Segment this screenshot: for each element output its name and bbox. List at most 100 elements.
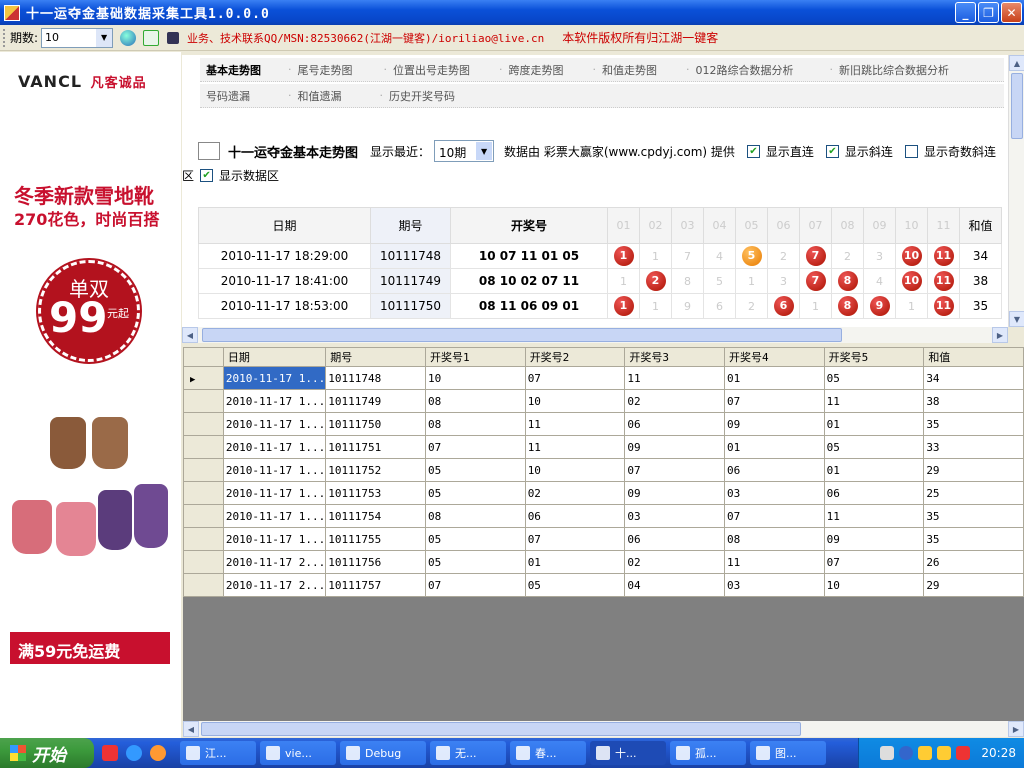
grid-cell[interactable]: 10 [425, 366, 526, 390]
grid-row[interactable]: 2010-11-17 1... 10111753 05 02 09 03 06 25 [183, 481, 1024, 505]
grid-cell[interactable]: 07 [425, 435, 526, 459]
grid-cell[interactable]: 10111753 [325, 481, 427, 505]
col-ball[interactable]: 10 [895, 207, 928, 244]
scrollbar-thumb[interactable] [1011, 73, 1023, 139]
grid-cell[interactable]: 10111757 [325, 573, 427, 597]
nav-tab[interactable]: 跨度走势图 [503, 62, 593, 78]
grid-cell[interactable]: 29 [923, 458, 1024, 482]
trend-row[interactable]: 2010-11-17 18:41:00 10111749 08 10 02 07 1… [198, 268, 1002, 294]
row-header[interactable] [183, 527, 224, 551]
grid-cell[interactable]: 07 [823, 550, 925, 574]
grid-cell[interactable]: 02 [524, 481, 626, 505]
scroll-right-icon[interactable]: ▶ [992, 327, 1008, 343]
grid-cell[interactable]: 25 [923, 481, 1024, 505]
scroll-down-icon[interactable]: ▼ [1009, 311, 1024, 327]
grid-cell[interactable]: 01 [823, 412, 925, 436]
grid-cell[interactable]: 10111755 [325, 527, 427, 551]
nav-tab[interactable]: 号码遗漏 [200, 88, 288, 104]
grid-row[interactable]: 2010-11-17 1...10111748100711010534 [183, 366, 1024, 390]
grid-cell[interactable]: 29 [923, 573, 1024, 597]
grid-cell[interactable]: 10111756 [325, 550, 427, 574]
grid-cell[interactable]: 11 [823, 504, 925, 528]
grid-cell[interactable]: 2010-11-17 2... [222, 573, 327, 597]
grid-row[interactable]: 2010-11-17 1... 10111755 05 07 06 08 09 35 [183, 527, 1024, 551]
col-ball[interactable]: 07 [799, 207, 832, 244]
scroll-left-icon[interactable]: ◀ [182, 327, 198, 343]
close-button[interactable]: ✕ [1001, 2, 1022, 23]
nav-tab[interactable]: 和值走势图 [596, 62, 686, 78]
chrome-icon[interactable] [150, 745, 166, 761]
row-header[interactable] [183, 458, 224, 482]
grid-cell[interactable]: 05 [425, 458, 526, 482]
grid-col-header[interactable]: 日期 [222, 347, 327, 367]
grid-cell[interactable]: 06 [724, 458, 825, 482]
grid-cell[interactable]: 09 [724, 412, 825, 436]
grid-cell[interactable]: 03 [624, 504, 725, 528]
grid-cell[interactable]: 10 [524, 389, 626, 413]
show-data-area-checkbox[interactable]: ✔ [200, 168, 214, 182]
grid-cell[interactable]: 35 [923, 504, 1024, 528]
quicklaunch-icon[interactable] [102, 745, 118, 761]
taskbar-button[interactable]: 江... [180, 741, 256, 765]
grid-row[interactable]: 2010-11-17 1... 10111752 05 10 07 06 01 29 [183, 458, 1024, 482]
grid-horizontal-scrollbar[interactable]: ◀ ▶ [183, 721, 1024, 737]
col-number[interactable]: 开奖号 [450, 207, 608, 244]
grid-cell[interactable]: 10 [823, 573, 925, 597]
grid-cell[interactable]: 10111752 [325, 458, 427, 482]
grid-cell[interactable]: 05 [425, 527, 526, 551]
tray-arrow-icon[interactable] [899, 746, 914, 760]
nav-tab[interactable]: 基本走势图 [200, 62, 288, 78]
vancl-advertisement[interactable]: VANCL 凡客诚品 冬季新款雪地靴 270花色，时尚百搭 单双 99 元起 满… [0, 52, 181, 738]
grid-cell[interactable]: 07 [724, 389, 825, 413]
grid-cell[interactable]: 11 [524, 412, 626, 436]
grid-cell[interactable]: 01 [724, 366, 825, 390]
grid-cell[interactable]: 11 [624, 366, 725, 390]
row-header[interactable] [183, 550, 224, 574]
grid-cell[interactable]: 07 [624, 458, 725, 482]
grid-cell[interactable]: 04 [624, 573, 725, 597]
qq-icon[interactable] [937, 746, 952, 760]
grid-col-header[interactable]: 开奖号1 [425, 347, 526, 367]
excel-export-icon[interactable] [143, 29, 160, 46]
grid-cell[interactable]: 08 [425, 504, 526, 528]
col-ball[interactable]: 02 [639, 207, 672, 244]
grid-row[interactable]: 2010-11-17 1... 10111749 08 10 02 07 11 38 [183, 389, 1024, 413]
grid-cell[interactable]: 2010-11-17 1... [222, 504, 327, 528]
grid-cell[interactable]: 2010-11-17 1... [222, 389, 327, 413]
scrollbar-thumb[interactable] [202, 328, 842, 342]
clock[interactable]: 20:28 [981, 746, 1016, 760]
col-ball[interactable]: 08 [831, 207, 864, 244]
grid-cell[interactable]: 09 [624, 435, 725, 459]
grid-cell[interactable]: 10 [524, 458, 626, 482]
grid-cell[interactable]: 07 [524, 527, 626, 551]
taskbar-button[interactable]: 图... [750, 741, 826, 765]
grid-cell[interactable]: 08 [724, 527, 825, 551]
grid-cell[interactable]: 11 [823, 389, 925, 413]
period-count-combo[interactable]: 10 ▼ [41, 27, 114, 48]
grid-cell[interactable]: 10111749 [325, 389, 427, 413]
app-icon[interactable] [4, 4, 20, 21]
nav-tab[interactable]: 和值遗漏 [292, 88, 380, 104]
grid-col-header[interactable]: 开奖号2 [524, 347, 626, 367]
grid-cell[interactable]: 05 [823, 435, 925, 459]
grid-row[interactable]: 2010-11-17 2... 10111757 07 05 04 03 10 29 [183, 573, 1024, 597]
row-header[interactable] [183, 481, 224, 505]
col-period[interactable]: 期号 [370, 207, 451, 244]
row-header[interactable] [183, 573, 224, 597]
col-ball[interactable]: 01 [607, 207, 640, 244]
grid-col-header[interactable]: 和值 [923, 347, 1024, 367]
grid-cell[interactable]: 05 [524, 573, 626, 597]
grid-cell[interactable]: 10111750 [325, 412, 427, 436]
grid-cell[interactable]: 09 [823, 527, 925, 551]
grid-row[interactable]: 2010-11-17 1... 10111751 07 11 09 01 05 33 [183, 435, 1024, 459]
tray-icon[interactable] [956, 746, 971, 760]
nav-tab[interactable]: 012路综合数据分析 [690, 62, 830, 78]
taskbar-button[interactable]: 孤... [670, 741, 746, 765]
nav-tab[interactable]: 尾号走势图 [292, 62, 384, 78]
show-odd-slant-checkbox[interactable] [904, 144, 918, 158]
grid-cell[interactable]: 07 [724, 504, 825, 528]
grid-cell[interactable]: 06 [823, 481, 925, 505]
grid-row[interactable]: 2010-11-17 1... 10111750 08 11 06 09 01 35 [183, 412, 1024, 436]
grid-cell[interactable]: 33 [923, 435, 1024, 459]
scroll-up-icon[interactable]: ▲ [1009, 55, 1024, 71]
